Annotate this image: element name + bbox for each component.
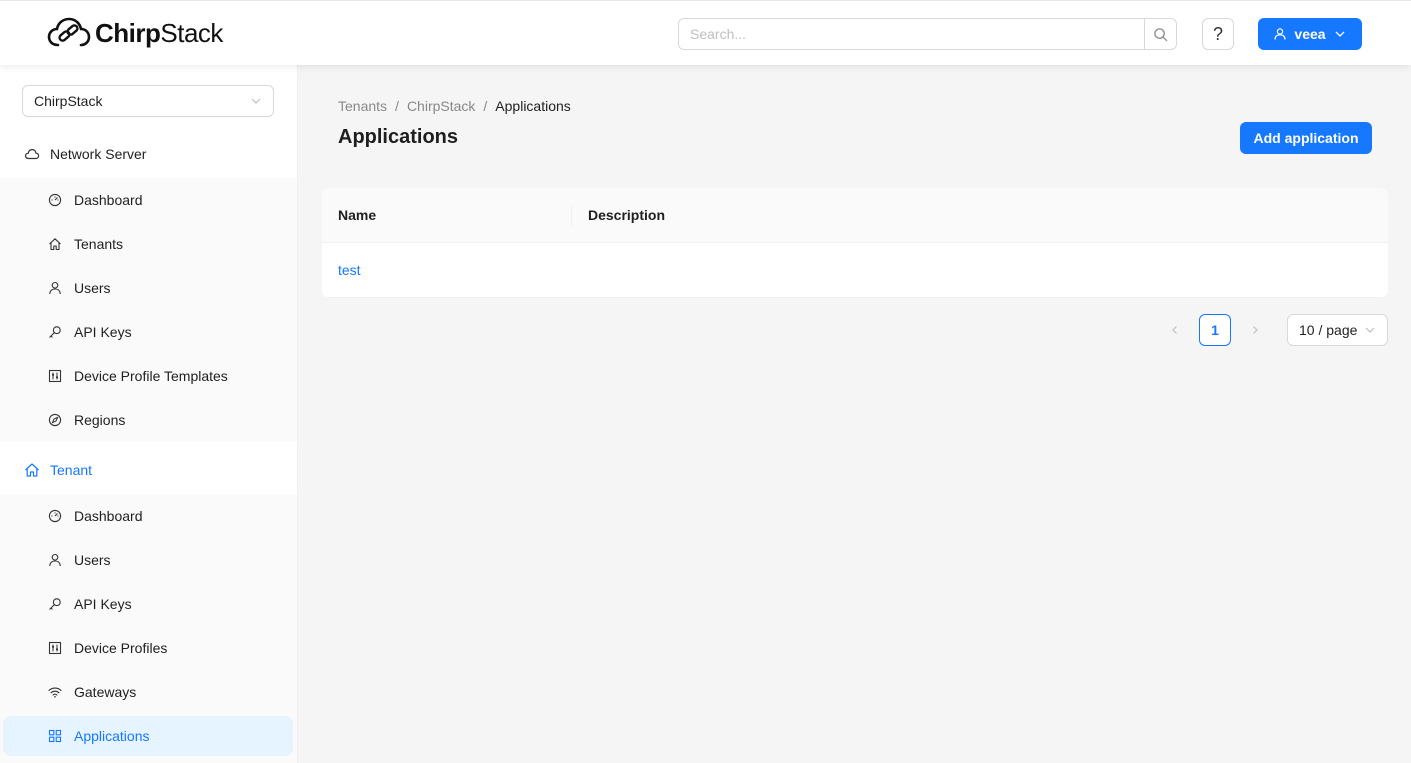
home-icon (49, 238, 61, 251)
user-icon (49, 281, 61, 295)
cloud-link-logo-icon (47, 17, 91, 47)
ns-item-dashboard[interactable]: Dashboard (0, 178, 297, 222)
sidebar-item-label: Device Profile Templates (74, 368, 228, 384)
page-title: Applications (338, 126, 459, 148)
network-server-submenu: Dashboard Tenants Users API Keys Device … (0, 178, 297, 442)
menu-group-tenant[interactable]: Tenant (0, 446, 298, 494)
add-application-button[interactable]: Add application (1240, 122, 1372, 154)
menu-group-label: Tenant (50, 462, 93, 478)
pagination-prev-button[interactable] (1159, 314, 1191, 346)
search-input[interactable] (679, 19, 1144, 49)
tenant-item-dashboard[interactable]: Dashboard (0, 494, 297, 538)
menu-group-label: Network Server (50, 146, 147, 162)
controls-icon (48, 369, 62, 383)
ns-item-regions[interactable]: Regions (0, 398, 297, 442)
ns-item-device-profile-templates[interactable]: Device Profile Templates (0, 354, 297, 398)
applications-table: Name Description test (322, 188, 1388, 298)
breadcrumb-applications: Applications (495, 98, 571, 114)
pagination-next-button[interactable] (1239, 314, 1271, 346)
user-name: veea (1294, 26, 1326, 42)
sidebar-item-label: API Keys (74, 324, 132, 340)
column-header-name: Name (322, 188, 572, 242)
home-icon (25, 463, 39, 477)
sidebar-item-label: Dashboard (74, 508, 143, 524)
sidebar-item-label: Gateways (74, 684, 137, 700)
logo-text-light: Stack (160, 17, 223, 48)
breadcrumb-separator: / (395, 98, 399, 114)
chevron-down-icon (1365, 327, 1375, 333)
logo-text-bold: Chirp (95, 17, 161, 48)
sidebar-item-label: Regions (74, 412, 126, 428)
ns-item-tenants[interactable]: Tenants (0, 222, 297, 266)
key-icon (49, 598, 61, 610)
sidebar: ChirpStack Network Server Dashboard Tena… (0, 65, 298, 763)
tenant-submenu: Dashboard Users API Keys Device Profiles… (0, 494, 297, 763)
appstore-icon (48, 729, 62, 743)
tenant-item-gateways[interactable]: Gateways (0, 670, 297, 714)
chevron-down-icon (1335, 31, 1345, 37)
application-link[interactable]: test (338, 262, 361, 278)
sidebar-item-label: Dashboard (74, 192, 143, 208)
chevron-right-icon (1253, 326, 1258, 334)
chirpstack-logo[interactable]: ChirpStack (47, 16, 223, 50)
dashboard-icon (48, 509, 62, 523)
sidebar-item-label: Device Profiles (74, 640, 168, 656)
search-icon (1154, 27, 1168, 41)
menu-group-network-server[interactable]: Network Server (0, 130, 298, 178)
user-icon (49, 553, 61, 567)
controls-icon (48, 641, 62, 655)
tenant-select[interactable]: ChirpStack (22, 85, 274, 117)
table-row: test (322, 243, 1388, 298)
chevron-down-icon (251, 98, 261, 104)
user-icon (1274, 28, 1287, 40)
breadcrumb-separator: / (483, 98, 488, 114)
tenant-item-api-keys[interactable]: API Keys (0, 582, 297, 626)
key-icon (49, 326, 61, 338)
tenant-select-value: ChirpStack (34, 93, 103, 109)
column-header-description: Description (588, 207, 666, 223)
top-header: ChirpStack ? veea (0, 0, 1411, 65)
pagination-page-1[interactable]: 1 (1199, 314, 1231, 346)
user-menu-button[interactable]: veea (1258, 18, 1362, 50)
dashboard-icon (48, 193, 62, 207)
tenant-item-applications[interactable]: Applications (0, 714, 297, 758)
breadcrumb-tenants[interactable]: Tenants (338, 98, 387, 114)
cloud-icon (24, 148, 40, 160)
page-size-select[interactable]: 10 / page (1287, 314, 1388, 346)
sidebar-item-label: Users (74, 552, 111, 568)
ns-item-users[interactable]: Users (0, 266, 297, 310)
ns-item-api-keys[interactable]: API Keys (0, 310, 297, 354)
sidebar-item-label: Tenants (74, 236, 124, 252)
breadcrumb: Tenants / ChirpStack / Applications (338, 98, 571, 114)
wifi-icon (48, 687, 62, 698)
chevron-left-icon (1172, 326, 1177, 334)
sidebar-item-label: Users (74, 280, 111, 296)
sidebar-item-label: API Keys (74, 596, 132, 612)
help-button[interactable]: ? (1202, 18, 1234, 50)
page-size-value: 10 / page (1299, 322, 1358, 338)
tenant-item-users[interactable]: Users (0, 538, 297, 582)
sidebar-item-label: Applications (74, 728, 150, 744)
compass-icon (48, 413, 62, 427)
table-header: Name Description (322, 188, 1388, 243)
tenant-item-device-profiles[interactable]: Device Profiles (0, 626, 297, 670)
search-button[interactable] (1144, 19, 1176, 49)
breadcrumb-chirpstack[interactable]: ChirpStack (407, 98, 475, 114)
search-box (678, 18, 1177, 50)
